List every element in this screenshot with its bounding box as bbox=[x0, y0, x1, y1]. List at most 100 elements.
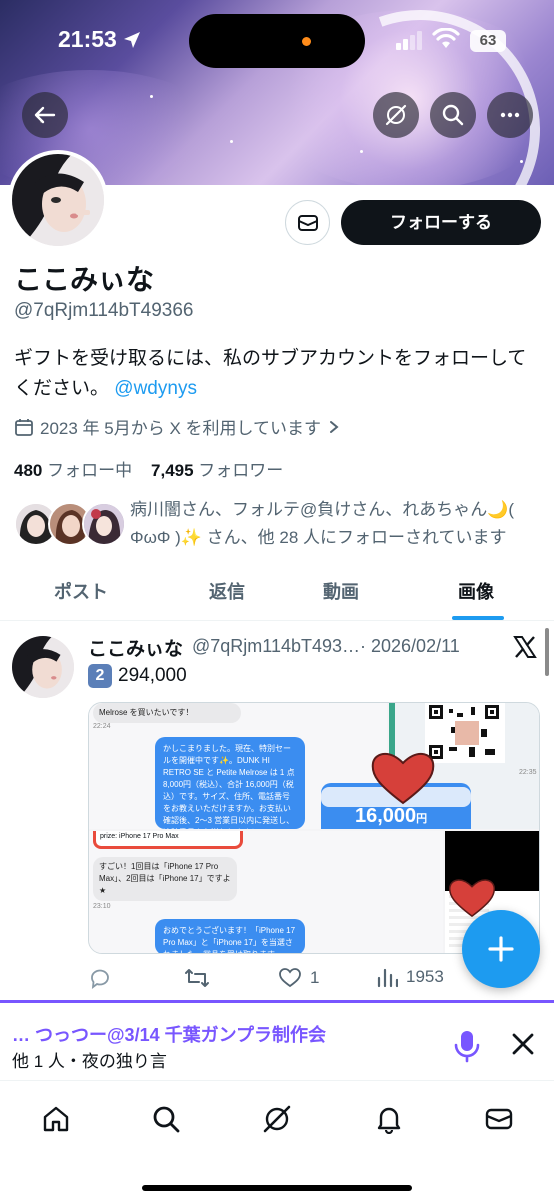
profile-handle: @7qRjm114bT49366 bbox=[14, 300, 194, 321]
views-button[interactable]: 1953 bbox=[376, 966, 444, 988]
following-link[interactable]: 480 フォロー中 bbox=[14, 461, 132, 480]
payment-amount: 16,000円 bbox=[355, 805, 428, 827]
post-author-name[interactable]: ここみぃな bbox=[88, 634, 183, 661]
nav-explore[interactable] bbox=[146, 1099, 186, 1139]
qr-code-image bbox=[425, 703, 505, 763]
banner-star bbox=[150, 95, 153, 98]
tab-videos[interactable]: 動画 bbox=[323, 578, 359, 604]
grok-icon bbox=[385, 104, 407, 126]
profile-name: ここみぃな bbox=[14, 264, 155, 295]
nav-notifications[interactable] bbox=[369, 1099, 409, 1139]
followers-count: 7,495 bbox=[151, 461, 194, 480]
x-logo-icon[interactable] bbox=[512, 634, 538, 660]
more-dots-icon bbox=[500, 112, 520, 118]
follower-avatar bbox=[82, 502, 126, 546]
chat-bubble: Melrose を買いたいです！ bbox=[93, 703, 241, 723]
active-tab-indicator bbox=[452, 616, 504, 620]
followers-label: フォロワー bbox=[198, 461, 284, 480]
tab-media[interactable]: 画像 bbox=[458, 578, 494, 604]
post-media-grid[interactable]: Melrose を買いたいです！ 22:24 かしこまりました。現在、特別セール… bbox=[88, 702, 540, 954]
plus-icon bbox=[488, 936, 514, 962]
cellular-signal-icon bbox=[396, 31, 422, 50]
banner-star bbox=[230, 140, 233, 143]
tab-replies[interactable]: 返信 bbox=[209, 578, 245, 604]
chat-bubble: おめでとうございます！「iPhone 17 Pro Max」と「iPhone 1… bbox=[155, 919, 305, 953]
envelope-icon bbox=[485, 1108, 513, 1130]
search-icon bbox=[153, 1106, 180, 1133]
avatar-image bbox=[12, 154, 104, 246]
view-count: 1953 bbox=[406, 967, 444, 986]
back-arrow-icon bbox=[34, 106, 56, 124]
status-time: 21:53 bbox=[58, 26, 117, 52]
chat-timestamp: 23:10 bbox=[93, 903, 111, 910]
heart-sticker-icon bbox=[371, 753, 435, 805]
chat-bubble: すごい！1回目は「iPhone 17 Pro Max」、2回目は「iPhone … bbox=[93, 857, 237, 901]
dynamic-island bbox=[189, 14, 365, 68]
avatar-image bbox=[12, 636, 74, 698]
post-text: 2 294,000 bbox=[88, 664, 187, 688]
home-icon bbox=[43, 1106, 69, 1132]
profile-bio: ギフトを受け取るには、私のサブアカウントをフォローしてください。 @wdynys bbox=[14, 344, 534, 404]
more-button[interactable] bbox=[487, 92, 533, 138]
media-image[interactable]: prize: iPhone 17 Pro Max すごい！1回目は「iPhone… bbox=[89, 831, 443, 953]
bell-icon bbox=[377, 1107, 401, 1134]
followed-by-text[interactable]: 病川闇さん、フォルテ@負けさん、れあちゃん🌙( ΦωΦ )✨ さん、他 28 人… bbox=[130, 496, 540, 552]
repost-icon bbox=[185, 969, 209, 987]
spaces-subtitle: 他 1 人・夜の独り言 bbox=[12, 1052, 167, 1071]
chat-bubble: かしこまりました。現在、特別セールを開催中です✨。DUNK HI RETRO S… bbox=[155, 737, 305, 829]
followers-link[interactable]: 7,495 フォロワー bbox=[151, 461, 283, 480]
battery-indicator: 63 bbox=[470, 30, 506, 52]
analytics-icon bbox=[377, 968, 398, 988]
recording-indicator bbox=[302, 37, 311, 46]
search-button[interactable] bbox=[430, 92, 476, 138]
profile-avatar[interactable] bbox=[8, 150, 108, 250]
following-count: 480 bbox=[14, 461, 43, 480]
status-bar: 21:53 63 bbox=[0, 0, 554, 84]
nav-messages[interactable] bbox=[479, 1099, 519, 1139]
grok-icon bbox=[263, 1105, 291, 1133]
calendar-icon bbox=[15, 418, 33, 436]
banner-star bbox=[360, 150, 363, 153]
compose-button[interactable] bbox=[462, 910, 540, 988]
wifi-icon bbox=[432, 28, 460, 48]
reply-button[interactable] bbox=[88, 966, 112, 990]
follow-counts: 480 フォロー中 7,495 フォロワー bbox=[14, 456, 283, 481]
envelope-icon bbox=[297, 214, 318, 231]
follow-button[interactable]: フォローする bbox=[341, 200, 541, 245]
following-label: フォロー中 bbox=[47, 461, 133, 480]
search-icon bbox=[442, 104, 464, 126]
heart-icon bbox=[279, 968, 301, 988]
microphone-icon[interactable] bbox=[452, 1029, 482, 1063]
like-button[interactable]: 1 bbox=[278, 966, 319, 990]
scrollbar[interactable] bbox=[545, 628, 549, 676]
bottom-navigation bbox=[0, 1080, 554, 1200]
prize-card: prize: iPhone 17 Pro Max bbox=[93, 831, 243, 849]
bio-mention-link[interactable]: @wdynys bbox=[114, 378, 197, 399]
spaces-title: … つっつー@3/14 千葉ガンプラ制作会 bbox=[12, 1025, 327, 1045]
keycap-emoji: 2 bbox=[88, 664, 112, 688]
joined-text: 2023 年 5月から X を利用しています bbox=[40, 419, 321, 438]
message-button[interactable] bbox=[285, 200, 330, 245]
like-count: 1 bbox=[310, 968, 320, 987]
post-author-avatar[interactable] bbox=[12, 636, 74, 698]
spaces-bar[interactable]: … つっつー@3/14 千葉ガンプラ制作会 他 1 人・夜の独り言 bbox=[0, 1000, 554, 1080]
chevron-right-icon bbox=[330, 420, 339, 433]
grok-button[interactable] bbox=[373, 92, 419, 138]
home-indicator bbox=[142, 1185, 412, 1191]
tab-posts[interactable]: ポスト bbox=[54, 578, 108, 604]
reply-icon bbox=[91, 969, 109, 989]
nav-home[interactable] bbox=[36, 1099, 76, 1139]
bio-text: ギフトを受け取るには、私のサブアカウントをフォローしてください。 bbox=[14, 348, 527, 399]
joined-date[interactable]: 2023 年 5月から X を利用しています bbox=[14, 414, 341, 439]
repost-button[interactable] bbox=[184, 966, 210, 990]
close-icon[interactable] bbox=[510, 1031, 536, 1057]
post-body: 294,000 bbox=[118, 665, 187, 686]
back-button[interactable] bbox=[22, 92, 68, 138]
post-meta: @7qRjm114bT493…· 2026/02/11 bbox=[192, 636, 460, 656]
chat-timestamp: 22:35 bbox=[519, 769, 537, 776]
chat-timestamp: 22:24 bbox=[93, 723, 111, 730]
followed-by-avatars[interactable] bbox=[14, 502, 126, 548]
banner-star bbox=[520, 160, 523, 163]
location-arrow-icon bbox=[124, 32, 140, 48]
nav-grok[interactable] bbox=[257, 1099, 297, 1139]
